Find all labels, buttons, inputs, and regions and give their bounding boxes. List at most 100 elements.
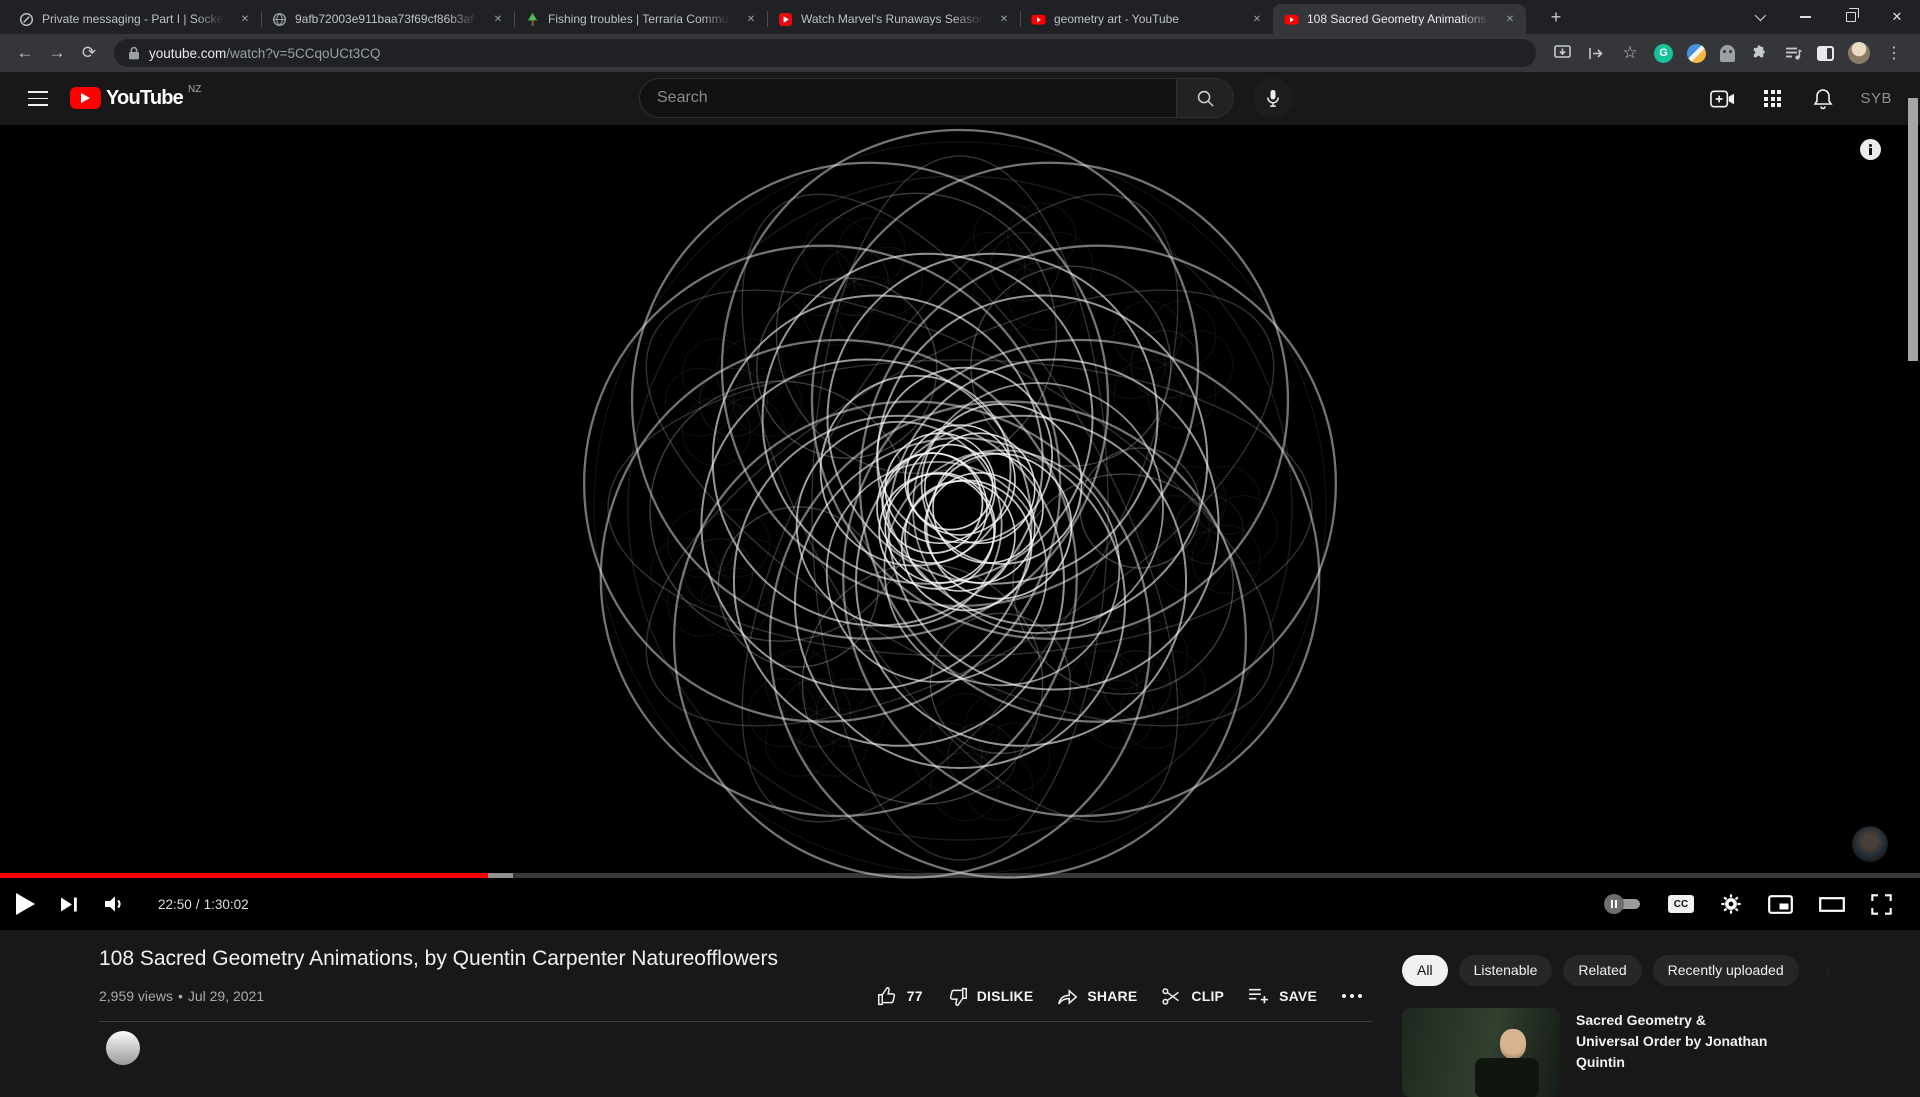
- youtube-apps-grid-icon[interactable]: [1760, 86, 1785, 111]
- youtube-wordmark: YouTube: [106, 87, 183, 109]
- current-time: 22:50: [158, 897, 192, 912]
- notifications-bell-icon[interactable]: [1810, 86, 1835, 111]
- more-dots-icon: [1341, 993, 1363, 999]
- chips-fade-overlay: [1790, 955, 1846, 986]
- theater-mode-icon[interactable]: [1819, 897, 1845, 912]
- address-bar[interactable]: youtube.com/watch?v=5CCqoUCt3CQ: [114, 39, 1536, 67]
- video-corner-thumbnail[interactable]: [1853, 827, 1887, 861]
- color-extension-icon[interactable]: [1687, 44, 1706, 63]
- close-window-button[interactable]: ✕: [1874, 0, 1920, 34]
- playlist-music-icon[interactable]: [1783, 43, 1803, 63]
- minimize-button[interactable]: [1782, 0, 1828, 34]
- settings-gear-icon[interactable]: [1720, 893, 1742, 915]
- chip-recently-uploaded[interactable]: Recently uploaded: [1653, 955, 1799, 986]
- tab-close-icon[interactable]: ✕: [1249, 11, 1265, 27]
- bookmark-star-icon[interactable]: ☆: [1620, 43, 1640, 63]
- chrome-menu-kebab-icon[interactable]: ⋮: [1884, 43, 1904, 63]
- time-display: 22:50/1:30:02: [158, 897, 249, 912]
- related-video-item[interactable]: Sacred Geometry & Universal Order by Jon…: [1402, 1008, 1772, 1097]
- channel-avatar[interactable]: [106, 1031, 140, 1065]
- page-scrollbar-thumb[interactable]: [1908, 98, 1918, 361]
- tab-geometry-art-search[interactable]: geometry art - YouTube ✕: [1020, 4, 1273, 34]
- new-tab-button[interactable]: +: [1542, 3, 1570, 31]
- youtube-logo[interactable]: YouTube NZ: [70, 87, 201, 109]
- autoplay-toggle[interactable]: [1604, 894, 1642, 914]
- tab-close-icon[interactable]: ✕: [1502, 11, 1518, 27]
- share-button[interactable]: SHARE: [1048, 984, 1146, 1008]
- lock-icon[interactable]: [128, 46, 140, 60]
- play-button[interactable]: [16, 893, 35, 915]
- url-text: youtube.com/watch?v=5CCqoUCt3CQ: [149, 46, 381, 61]
- tab-close-icon[interactable]: ✕: [237, 11, 253, 27]
- search-button[interactable]: [1176, 78, 1234, 118]
- account-avatar[interactable]: SYB: [1860, 90, 1892, 107]
- more-actions-button[interactable]: [1332, 984, 1372, 1008]
- chip-related[interactable]: Related: [1563, 955, 1641, 986]
- tab-list: Private messaging - Part I | Socke ✕ 9af…: [8, 0, 1526, 34]
- next-button[interactable]: [61, 896, 78, 913]
- search-icon: [1196, 89, 1215, 108]
- grammarly-extension-icon[interactable]: G: [1654, 44, 1673, 63]
- watch-info-area: 108 Sacred Geometry Animations, by Quent…: [0, 930, 1920, 1040]
- tab-title: 9afb72003e911baa73f69cf86b3af: [295, 12, 482, 26]
- tab-title: 108 Sacred Geometry Animations: [1307, 12, 1494, 26]
- url-path: /watch?v=5CCqoUCt3CQ: [226, 46, 380, 61]
- chip-listenable[interactable]: Listenable: [1459, 955, 1553, 986]
- subtitles-cc-button[interactable]: CC: [1668, 895, 1694, 913]
- thumb-up-icon: [877, 986, 898, 1007]
- tab-title: Watch Marvel's Runaways Season: [801, 12, 988, 26]
- clip-button[interactable]: CLIP: [1152, 984, 1233, 1008]
- volume-icon[interactable]: [104, 895, 126, 913]
- tab-runaways[interactable]: Watch Marvel's Runaways Season ✕: [767, 4, 1020, 34]
- tab-close-icon[interactable]: ✕: [996, 11, 1012, 27]
- masthead-right: SYB: [1710, 86, 1892, 111]
- tab-title: Fishing troubles | Terraria Commu: [548, 12, 735, 26]
- share-arrow-icon: [1057, 987, 1078, 1006]
- dislike-button[interactable]: DISLIKE: [938, 984, 1043, 1008]
- related-title[interactable]: Sacred Geometry & Universal Order by Jon…: [1576, 1008, 1772, 1097]
- like-button[interactable]: 77: [868, 984, 932, 1008]
- reload-button[interactable]: ⟳: [74, 38, 104, 68]
- scissors-icon: [1161, 986, 1182, 1007]
- side-panel-icon[interactable]: [1817, 46, 1834, 61]
- miniplayer-icon[interactable]: [1768, 895, 1793, 914]
- tab-terraria-forum[interactable]: Fishing troubles | Terraria Commu ✕: [514, 4, 767, 34]
- play-favicon: [777, 11, 793, 27]
- tab-search-chevron-icon[interactable]: [1736, 0, 1782, 34]
- tab-active-sacred-geometry[interactable]: 108 Sacred Geometry Animations ✕: [1273, 4, 1526, 34]
- share-icon[interactable]: [1586, 43, 1606, 63]
- chip-all[interactable]: All: [1402, 955, 1448, 986]
- related-thumbnail[interactable]: [1402, 1008, 1560, 1097]
- fullscreen-icon[interactable]: [1871, 894, 1892, 915]
- socketio-favicon: [18, 11, 34, 27]
- guide-menu-icon[interactable]: [28, 91, 48, 106]
- forward-button[interactable]: →: [42, 38, 72, 68]
- video-info-icon[interactable]: [1860, 139, 1881, 160]
- primary-column: 108 Sacred Geometry Animations, by Quent…: [99, 930, 1372, 1040]
- search-input[interactable]: [657, 89, 1176, 107]
- youtube-favicon: [1283, 11, 1299, 27]
- ghostery-extension-icon[interactable]: [1720, 45, 1735, 62]
- player-controls: 22:50/1:30:02 CC: [0, 878, 1920, 930]
- region-code: NZ: [188, 84, 201, 95]
- globe-favicon: [271, 11, 287, 27]
- tab-private-messaging[interactable]: Private messaging - Part I | Socke ✕: [8, 4, 261, 34]
- search-box[interactable]: [639, 78, 1176, 118]
- info-divider: [99, 1021, 1372, 1022]
- tab-hash-page[interactable]: 9afb72003e911baa73f69cf86b3af ✕: [261, 4, 514, 34]
- restore-button[interactable]: [1828, 0, 1874, 34]
- save-button[interactable]: SAVE: [1239, 984, 1326, 1008]
- extensions-puzzle-icon[interactable]: [1749, 43, 1769, 63]
- back-button[interactable]: ←: [10, 38, 40, 68]
- install-icon[interactable]: [1552, 43, 1572, 63]
- tab-close-icon[interactable]: ✕: [743, 11, 759, 27]
- duration: 1:30:02: [204, 897, 249, 912]
- action-buttons: 77 DISLIKE SHARE CLIP SAVE: [868, 984, 1372, 1008]
- voice-search-button[interactable]: [1253, 78, 1293, 118]
- search-area: [639, 78, 1293, 118]
- tab-close-icon[interactable]: ✕: [490, 11, 506, 27]
- video-player[interactable]: 22:50/1:30:02 CC: [0, 125, 1920, 930]
- browser-profile-avatar[interactable]: [1848, 42, 1870, 64]
- create-video-icon[interactable]: [1710, 86, 1735, 111]
- microphone-icon: [1265, 89, 1281, 108]
